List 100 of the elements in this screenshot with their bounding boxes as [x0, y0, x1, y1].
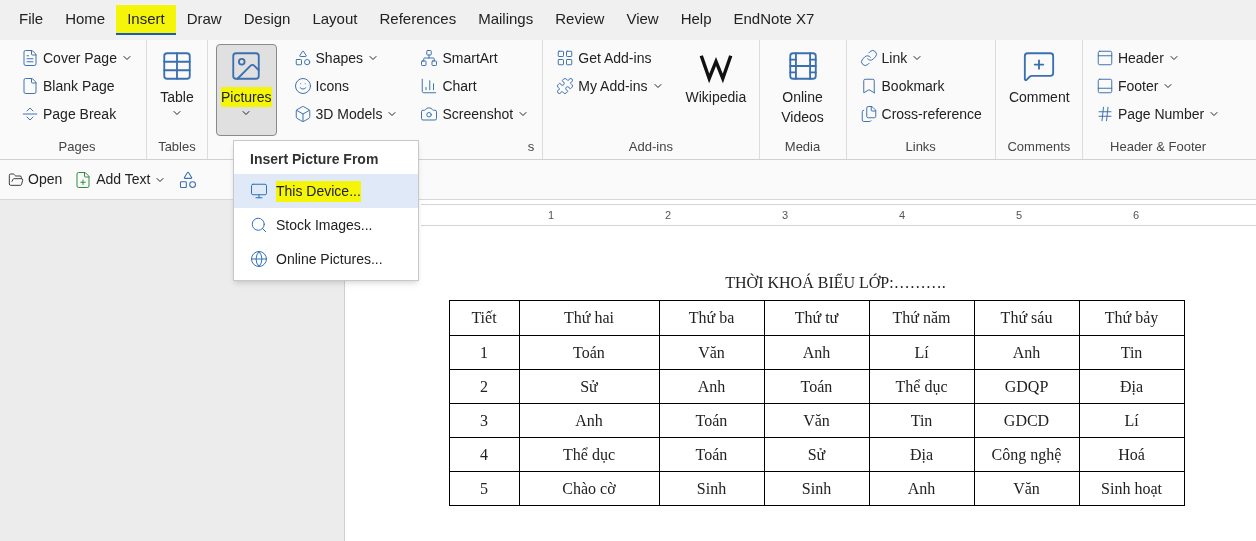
menu-tab[interactable]: File: [8, 5, 55, 35]
toolbar-button[interactable]: Add Text: [74, 169, 167, 190]
menu-tab[interactable]: Home: [54, 5, 117, 35]
ribbon-button[interactable]: Link: [854, 44, 987, 72]
ribbon-button-label: Table: [160, 88, 194, 107]
ribbon-button-label: Online Videos: [780, 88, 825, 127]
table-cell: Thể dục: [519, 437, 659, 472]
ribbon-button[interactable]: SmartArt: [415, 44, 535, 72]
ribbon-large-button[interactable]: Online Videos: [767, 44, 838, 136]
toolbar-button[interactable]: Open: [8, 169, 63, 190]
menu-tab[interactable]: EndNote X7: [722, 5, 826, 35]
menu-tab[interactable]: Draw: [175, 5, 233, 35]
table-header-cell: Thứ tư: [764, 300, 869, 336]
table-cell: Toán: [659, 437, 764, 472]
ribbon-group-label: Pages: [58, 138, 96, 156]
table-cell: Hoá: [1079, 437, 1184, 472]
ribbon-group-label: Add-ins: [628, 138, 673, 156]
ruler-number: 6: [1133, 207, 1140, 223]
ribbon-button-label: Comment: [1008, 88, 1069, 107]
table-cell: Anh: [659, 369, 764, 404]
menu-tab[interactable]: Design: [232, 5, 302, 35]
ribbon-button[interactable]: Screenshot: [415, 100, 535, 128]
ribbon-button[interactable]: Page Number: [1090, 100, 1226, 128]
bar-chart-icon: [420, 77, 439, 95]
ribbon-button[interactable]: Icons: [288, 72, 404, 100]
menu-tab[interactable]: References: [368, 5, 468, 35]
ribbon-button[interactable]: Get Add-ins: [551, 44, 669, 72]
folder-icon: [8, 171, 24, 188]
ribbon-button-label: Icons: [315, 76, 349, 96]
table-cell: Văn: [764, 403, 869, 438]
table-cell: Toán: [519, 335, 659, 370]
ribbon-button[interactable]: Header: [1090, 44, 1226, 72]
ribbon-button-label: Page Number: [1117, 104, 1205, 124]
table-cell: Anh: [974, 335, 1079, 370]
table-cell: Sinh: [659, 471, 764, 506]
menu-tab[interactable]: Layout: [301, 5, 369, 35]
ribbon-button[interactable]: Cross-reference: [854, 100, 987, 128]
ribbon-large-button[interactable]: Table: [154, 44, 199, 136]
ribbon-button[interactable]: Footer: [1090, 72, 1226, 100]
ribbon-button[interactable]: My Add-ins: [551, 72, 669, 100]
cube-icon: [293, 105, 312, 123]
ribbon-button[interactable]: Bookmark: [854, 72, 987, 100]
ribbon-group-label: Header & Footer: [1110, 138, 1207, 156]
ribbon-large-button[interactable]: Comment: [1003, 44, 1074, 136]
ribbon-button-label: Bookmark: [881, 76, 945, 96]
page-break-icon: [21, 105, 39, 123]
table-cell: Sử: [764, 437, 869, 472]
ribbon-button[interactable]: 3D Models: [288, 100, 404, 128]
ribbon-button-label: Link: [881, 48, 908, 68]
menu-tab[interactable]: Help: [669, 5, 723, 35]
ribbon-button-label: SmartArt: [442, 48, 498, 68]
ribbon-button[interactable]: Chart: [415, 72, 535, 100]
ribbon-button[interactable]: Page Break: [16, 100, 138, 128]
shapes-icon[interactable]: [178, 169, 199, 190]
ribbon-button[interactable]: Cover Page: [16, 44, 138, 72]
table-cell: Anh: [519, 403, 659, 438]
ribbon-large-button[interactable]: Wikipedia: [680, 44, 751, 136]
menu-tab[interactable]: Mailings: [467, 5, 545, 35]
ribbon-group-label: Links: [905, 138, 936, 156]
table-cell: Văn: [659, 335, 764, 370]
document-title: THỜI KHOÁ BIỂU LỚP:……….: [725, 272, 946, 293]
table-header-cell: Thứ ba: [659, 300, 764, 336]
table-cell: 4: [449, 437, 519, 472]
document-plus-icon: [74, 170, 93, 189]
table-header-cell: Thứ năm: [869, 300, 974, 336]
menu-item[interactable]: Stock Images...: [234, 208, 418, 242]
table-cell: 3: [449, 403, 519, 438]
ribbon-button-label: Pictures: [220, 87, 272, 107]
ruler-number: 2: [665, 207, 672, 223]
ruler-number: 4: [899, 207, 906, 223]
table-cell: 5: [449, 471, 519, 506]
menu-item[interactable]: This Device...: [234, 174, 418, 208]
footer-icon: [1095, 77, 1114, 95]
menu-tab[interactable]: View: [615, 5, 670, 35]
ribbon-button[interactable]: Shapes: [288, 44, 404, 72]
table-cell: Anh: [869, 471, 974, 506]
ribbon-button-label: Blank Page: [43, 76, 115, 96]
ribbon-button-label: 3D Models: [315, 104, 383, 124]
ribbon-large-button[interactable]: Pictures: [215, 44, 277, 136]
table-cell: 2: [449, 369, 519, 404]
table-header-cell: Tiết: [449, 300, 519, 336]
menu-tab[interactable]: Review: [544, 5, 616, 35]
comment-plus-icon: [1021, 49, 1056, 83]
shapes-icon: [293, 49, 312, 67]
ribbon-button-label: Cross-reference: [881, 104, 982, 124]
ribbon-button-label: My Add-ins: [578, 76, 648, 96]
table-cell: Toán: [764, 369, 869, 404]
table-cell: Chào cờ: [519, 471, 659, 506]
menu-tab[interactable]: Insert: [116, 5, 176, 35]
menu-item[interactable]: Online Pictures...: [234, 242, 418, 276]
camera-icon: [420, 105, 439, 123]
table-cell: GDQP: [974, 369, 1079, 404]
table-cell: Tin: [1079, 335, 1184, 370]
table-cell: Địa: [869, 437, 974, 472]
ribbon-button[interactable]: Blank Page: [16, 72, 138, 100]
ruler-number: 1: [548, 207, 555, 223]
smiley-icon: [293, 77, 312, 95]
menu-heading: Insert Picture From: [249, 150, 380, 169]
table-cell: Lí: [869, 335, 974, 370]
ruler-number: 3: [782, 207, 789, 223]
